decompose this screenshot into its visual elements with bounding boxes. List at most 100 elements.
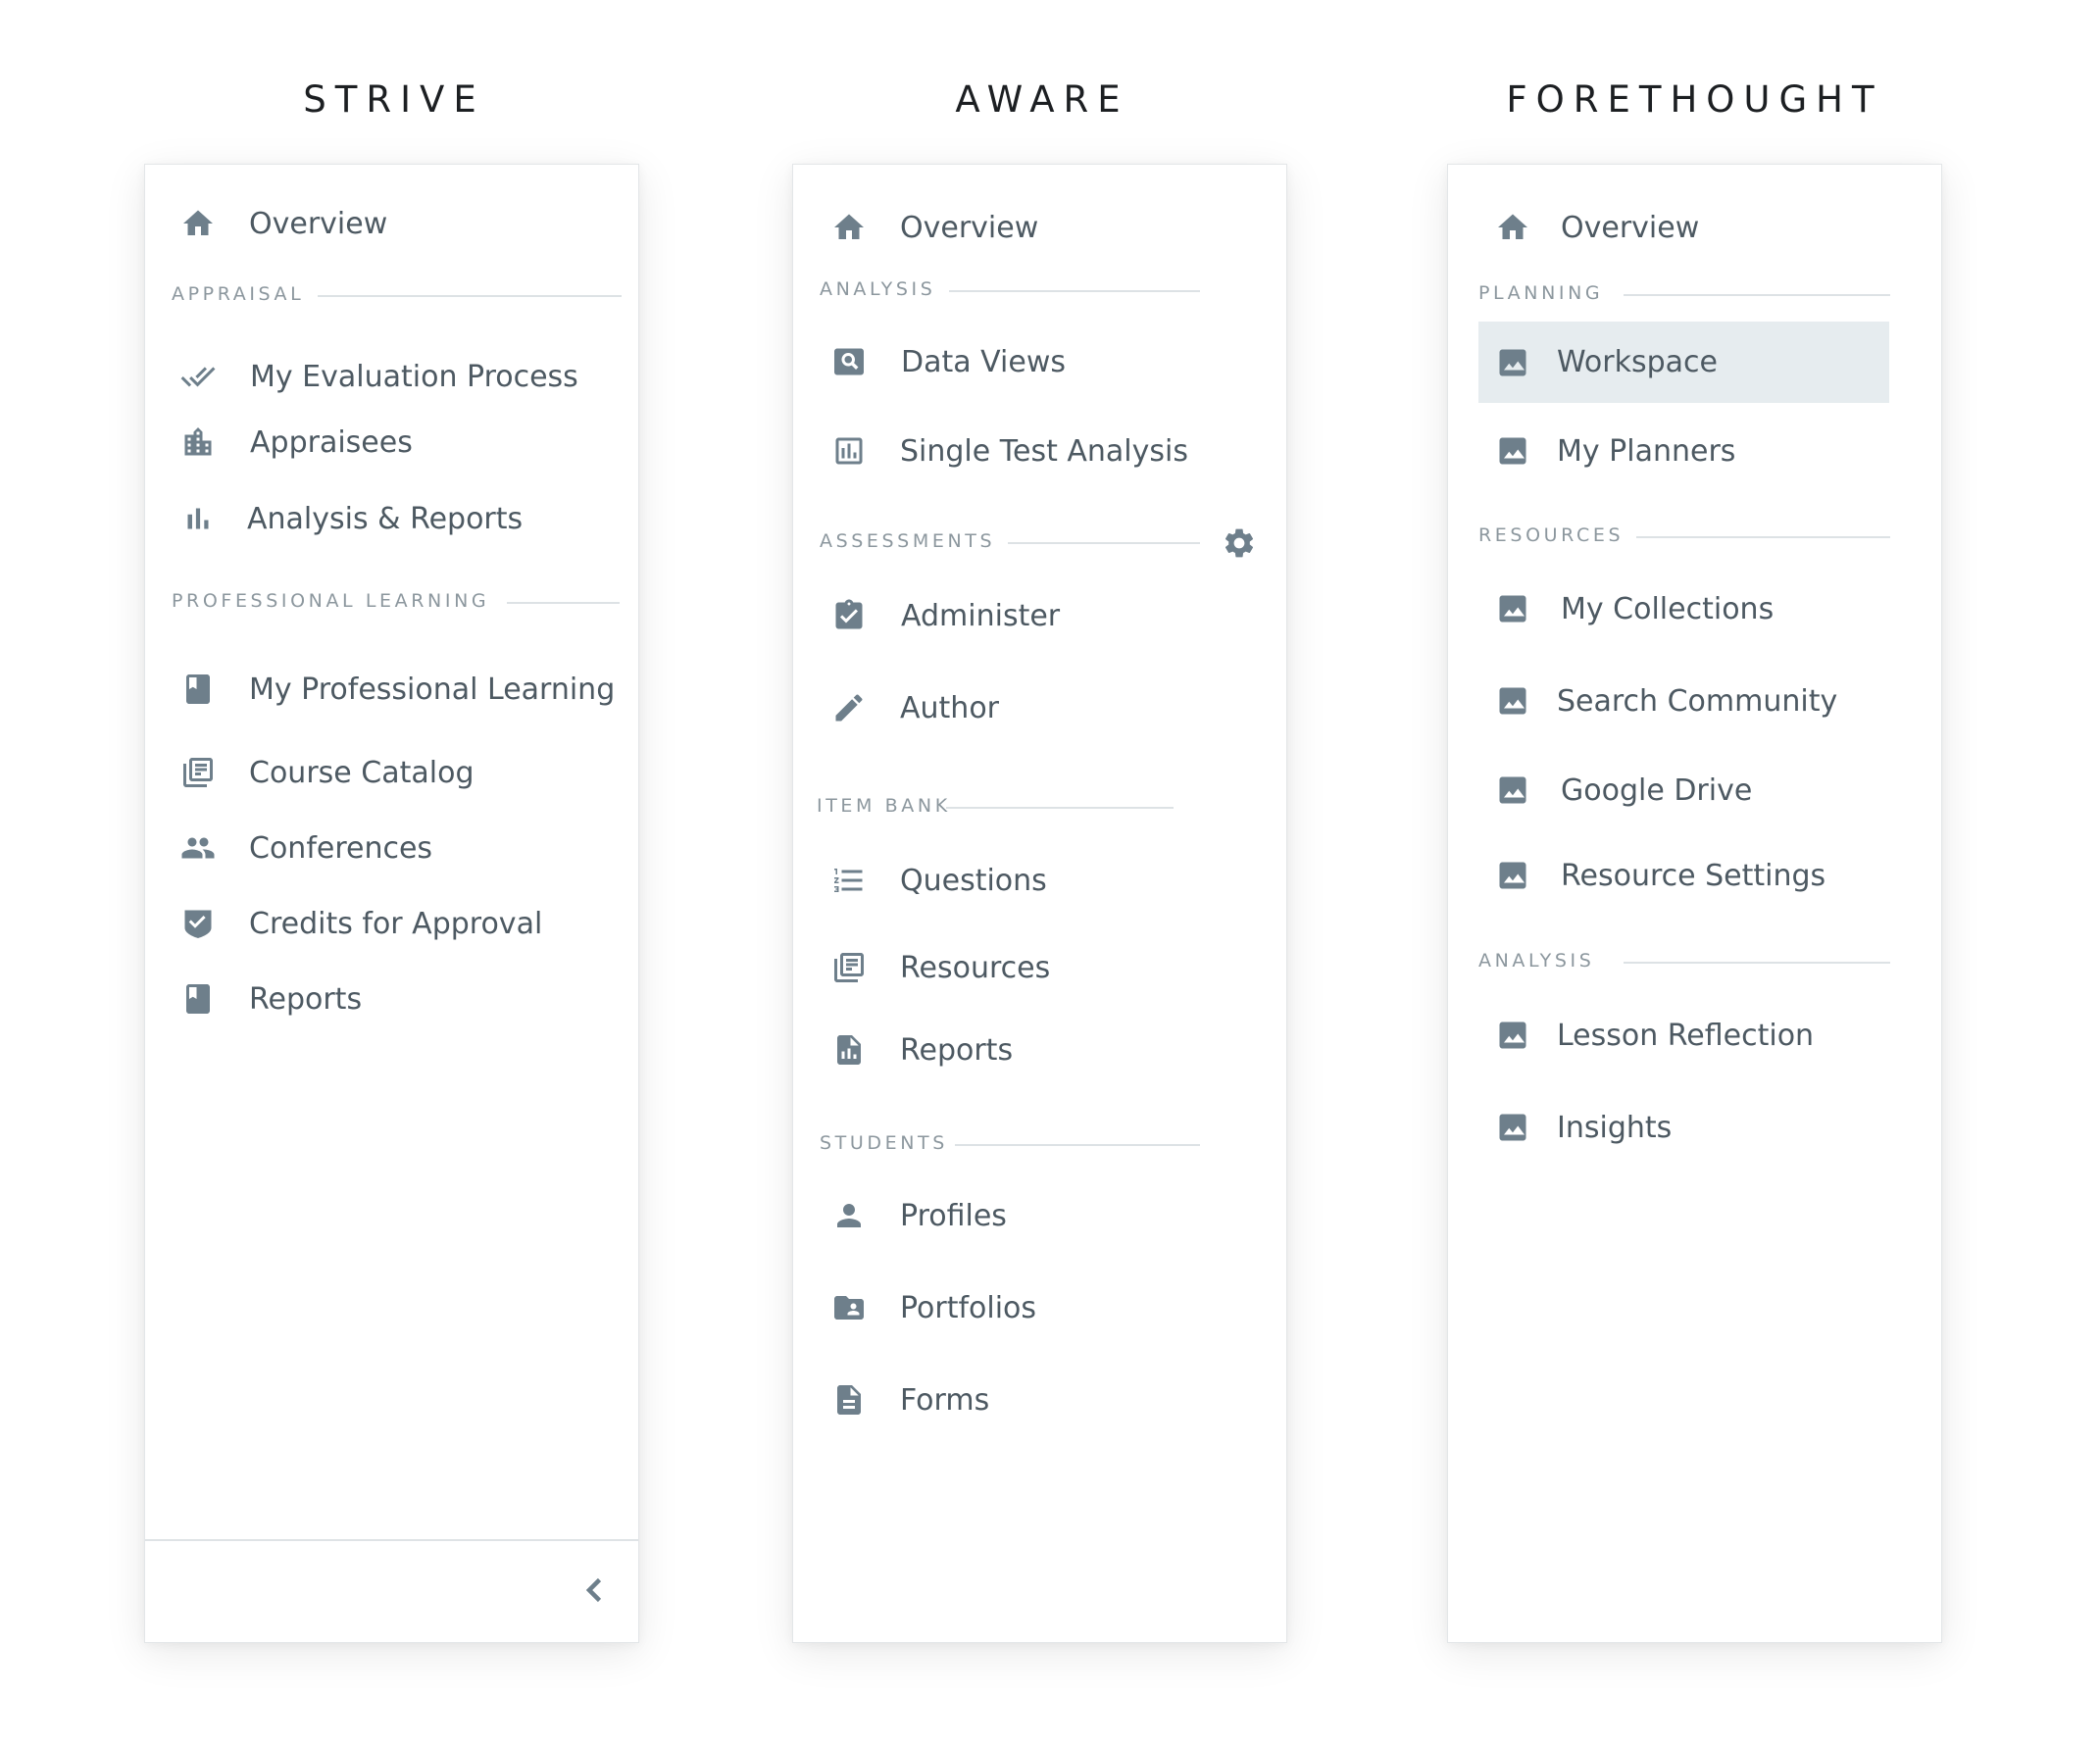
- section-divider: [1624, 294, 1890, 296]
- section-title: APPRAISAL: [172, 283, 305, 305]
- forethought-nav-google-drive[interactable]: Google Drive: [1448, 761, 1941, 820]
- strive-nav-course-catalog[interactable]: Course Catalog: [145, 743, 638, 802]
- strive-nav-my-professional-learning[interactable]: My Professional Learning: [145, 660, 638, 719]
- aware-nav-portfolios[interactable]: Portfolios: [793, 1278, 1286, 1337]
- clipboard-check-icon: [831, 598, 867, 633]
- nav-label: Appraisees: [250, 424, 413, 460]
- nav-label: Analysis & Reports: [247, 501, 524, 536]
- strive-nav-my-evaluation-process[interactable]: My Evaluation Process: [145, 347, 638, 406]
- nav-label: Credits for Approval: [249, 906, 543, 941]
- chart-box-icon: [831, 433, 867, 469]
- nav-label: Single Test Analysis: [900, 433, 1188, 469]
- image-icon: [1495, 1018, 1530, 1053]
- nav-label: Overview: [1561, 210, 1700, 245]
- nav-label: Questions: [900, 863, 1047, 898]
- forethought-sidebar: Overview PLANNING Workspace My Planners …: [1447, 164, 1942, 1643]
- section-title: ITEM BANK: [817, 795, 951, 817]
- verified-icon: [180, 906, 216, 941]
- home-icon: [1495, 210, 1530, 245]
- person-icon: [831, 1198, 867, 1233]
- form-icon: [831, 1382, 867, 1418]
- strive-nav-credits-for-approval[interactable]: Credits for Approval: [145, 894, 638, 953]
- nav-label: Forms: [900, 1382, 990, 1418]
- section-title: ANALYSIS: [1478, 950, 1595, 972]
- image-icon: [1495, 1110, 1530, 1145]
- forethought-nav-search-community[interactable]: Search Community: [1448, 672, 1941, 730]
- nav-label: My Professional Learning: [249, 672, 616, 707]
- section-divider: [1008, 542, 1200, 544]
- aware-nav-administer[interactable]: Administer: [793, 586, 1286, 645]
- section-resources: RESOURCES: [1448, 524, 1941, 548]
- aware-nav-author[interactable]: Author: [793, 678, 1286, 737]
- book-icon: [180, 672, 216, 707]
- section-divider: [946, 807, 1174, 809]
- nav-label: My Collections: [1561, 591, 1775, 626]
- section-assessments: ASSESSMENTS: [793, 530, 1286, 554]
- image-icon: [1495, 345, 1530, 380]
- strive-sidebar: Overview APPRAISAL My Evaluation Process…: [144, 164, 639, 1643]
- aware-nav-overview[interactable]: Overview: [793, 198, 1286, 257]
- section-title: PLANNING: [1478, 282, 1604, 304]
- section-title: RESOURCES: [1478, 524, 1625, 546]
- nav-label: Insights: [1557, 1110, 1673, 1145]
- nav-label: Overview: [900, 210, 1039, 245]
- strive-nav-appraisees[interactable]: Appraisees: [145, 413, 638, 472]
- folder-user-icon: [831, 1290, 867, 1325]
- section-title: STUDENTS: [820, 1132, 948, 1154]
- image-icon: [1495, 773, 1530, 808]
- nav-label: Lesson Reflection: [1557, 1018, 1815, 1053]
- document-icon: [831, 1032, 867, 1068]
- forethought-nav-my-collections[interactable]: My Collections: [1448, 579, 1941, 638]
- pencil-icon: [831, 690, 867, 725]
- section-divider: [318, 295, 622, 297]
- aware-nav-single-test-analysis[interactable]: Single Test Analysis: [793, 422, 1286, 480]
- image-icon: [1495, 591, 1530, 626]
- nav-label: Author: [900, 690, 1000, 725]
- gear-icon[interactable]: [1222, 525, 1257, 561]
- forethought-nav-overview[interactable]: Overview: [1448, 198, 1941, 257]
- forethought-nav-workspace[interactable]: Workspace: [1478, 322, 1889, 403]
- aware-nav-questions[interactable]: Questions: [793, 851, 1286, 910]
- aware-sidebar: Overview ANALYSIS Data Views Single Test…: [792, 164, 1287, 1643]
- aware-nav-data-views[interactable]: Data Views: [793, 332, 1286, 391]
- strive-title: STRIVE: [303, 78, 485, 121]
- section-students: STUDENTS: [793, 1132, 1286, 1156]
- image-icon: [1495, 858, 1530, 893]
- section-professional-learning: PROFESSIONAL LEARNING: [145, 590, 638, 614]
- list-icon: [831, 863, 867, 898]
- forethought-nav-insights[interactable]: Insights: [1448, 1098, 1941, 1157]
- section-analysis: ANALYSIS: [793, 278, 1286, 302]
- aware-title: AWARE: [955, 78, 1129, 121]
- aware-nav-reports[interactable]: Reports: [793, 1021, 1286, 1079]
- library-icon: [831, 950, 867, 985]
- image-icon: [1495, 683, 1530, 719]
- nav-label: Data Views: [901, 344, 1066, 379]
- bar-chart-icon: [180, 501, 216, 536]
- strive-nav-reports[interactable]: Reports: [145, 970, 638, 1028]
- search-box-icon: [831, 344, 867, 379]
- nav-label: Portfolios: [900, 1290, 1037, 1325]
- section-divider: [949, 290, 1200, 292]
- nav-label: Resource Settings: [1561, 858, 1826, 893]
- forethought-nav-lesson-reflection[interactable]: Lesson Reflection: [1448, 1006, 1941, 1065]
- chevron-left-icon[interactable]: [577, 1572, 613, 1608]
- aware-nav-forms[interactable]: Forms: [793, 1371, 1286, 1429]
- section-planning: PLANNING: [1448, 282, 1941, 306]
- aware-nav-resources[interactable]: Resources: [793, 938, 1286, 997]
- section-item-bank: ITEM BANK: [793, 795, 1286, 819]
- book-icon: [180, 981, 216, 1017]
- nav-label: Conferences: [249, 830, 433, 866]
- strive-nav-conferences[interactable]: Conferences: [145, 819, 638, 877]
- forethought-nav-my-planners[interactable]: My Planners: [1448, 422, 1941, 480]
- aware-nav-profiles[interactable]: Profiles: [793, 1186, 1286, 1245]
- nav-label: Administer: [901, 598, 1061, 633]
- strive-nav-analysis-reports[interactable]: Analysis & Reports: [145, 489, 638, 548]
- section-divider: [507, 602, 620, 604]
- image-icon: [1495, 433, 1530, 469]
- home-icon: [831, 210, 867, 245]
- strive-nav-overview[interactable]: Overview: [145, 194, 638, 253]
- forethought-nav-resource-settings[interactable]: Resource Settings: [1448, 846, 1941, 905]
- section-title: ASSESSMENTS: [820, 530, 996, 552]
- section-divider: [1636, 536, 1890, 538]
- nav-label: Profiles: [900, 1198, 1007, 1233]
